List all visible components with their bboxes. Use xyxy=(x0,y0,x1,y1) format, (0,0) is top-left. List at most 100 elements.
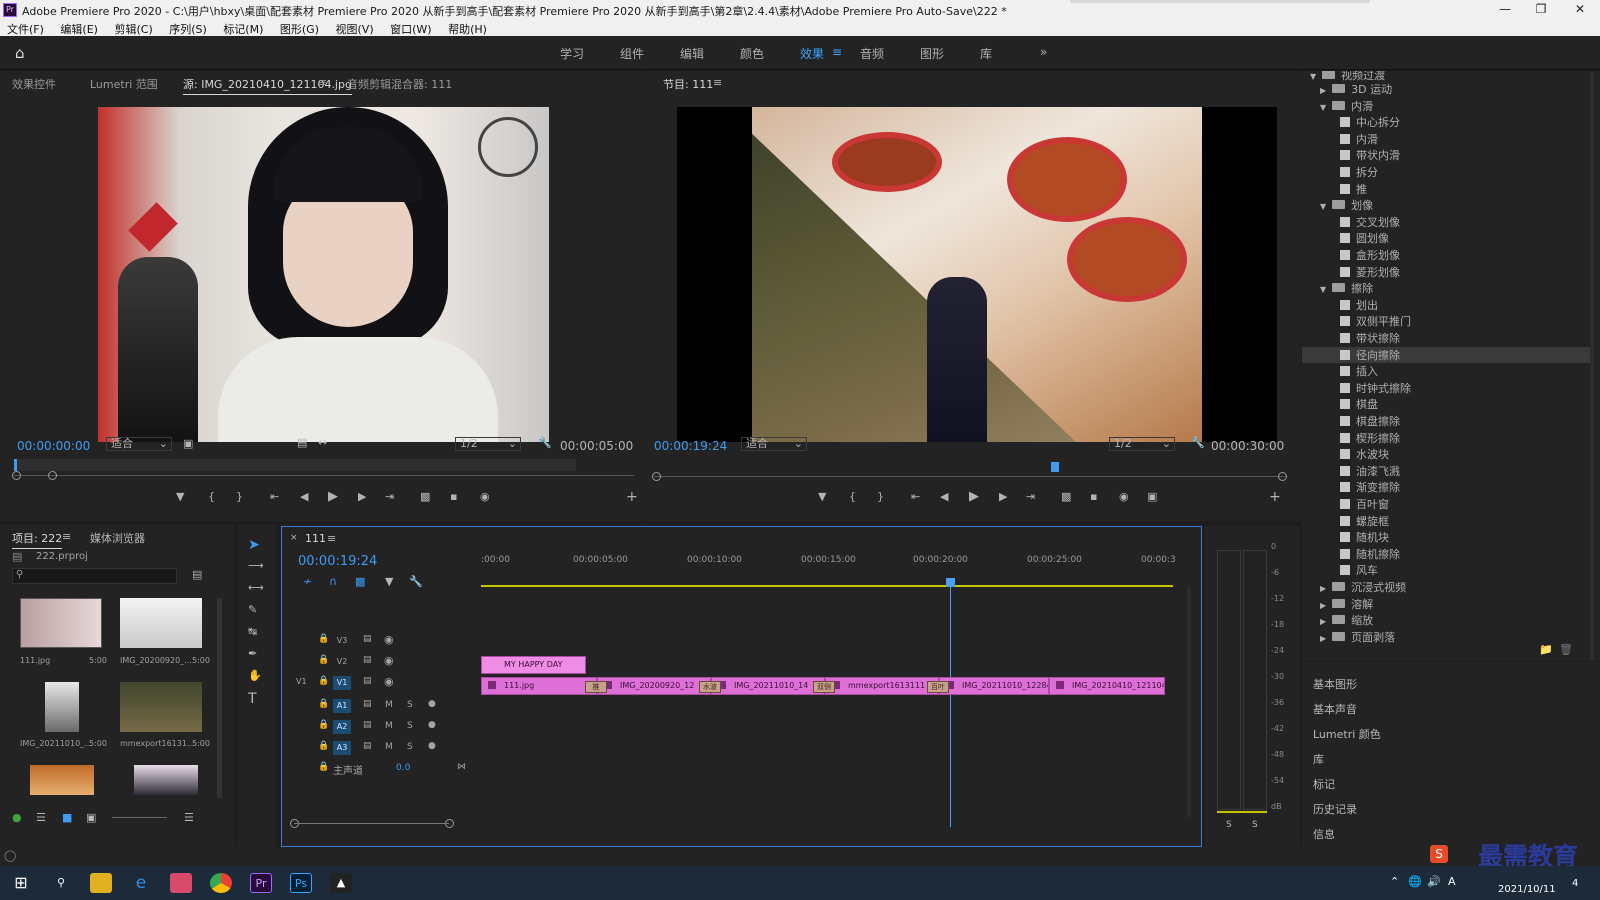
solo-button[interactable]: S xyxy=(407,742,413,752)
chevron-down-icon[interactable]: ▼ xyxy=(1320,285,1326,294)
timeline-marker-icon[interactable]: ▼ xyxy=(385,575,393,588)
effect-item[interactable]: 水波块 xyxy=(1340,446,1389,462)
effect-item[interactable]: 圆划像 xyxy=(1340,230,1389,246)
panel-lumetri-color[interactable]: Lumetri 颜色 xyxy=(1313,726,1381,742)
program-wrench-icon[interactable]: 🔧 xyxy=(1191,436,1205,449)
program-step-back-icon[interactable]: ◀ xyxy=(940,490,948,503)
menu-sequence[interactable]: 序列(S) xyxy=(169,21,207,37)
workspace-assembly[interactable]: 组件 xyxy=(620,45,644,62)
tab-effect-controls[interactable]: 效果控件 xyxy=(12,76,56,92)
razor-tool-icon[interactable]: ✎ xyxy=(248,603,257,616)
source-wrench-icon[interactable]: 🔧 xyxy=(538,436,552,449)
input-method-icon[interactable]: A xyxy=(1448,875,1456,888)
timeline-playhead-head[interactable] xyxy=(946,578,955,587)
menu-clip[interactable]: 剪辑(C) xyxy=(114,21,152,37)
maximize-button[interactable]: ❐ xyxy=(1526,2,1556,18)
program-title[interactable]: 节目: 111 xyxy=(663,76,713,92)
sync-lock-icon[interactable]: ▤ xyxy=(363,741,372,751)
program-playhead[interactable] xyxy=(1051,462,1059,472)
menu-markers[interactable]: 标记(M) xyxy=(223,21,263,37)
workspace-audio[interactable]: 音频 xyxy=(860,45,884,62)
nest-icon[interactable]: ≁ xyxy=(303,575,312,588)
source-add-button-icon[interactable]: + xyxy=(626,489,638,505)
overwrite-icon[interactable]: ▪ xyxy=(450,490,457,503)
program-add-marker-icon[interactable]: ▼ xyxy=(818,490,826,503)
effect-item[interactable]: 内滑 xyxy=(1340,131,1378,147)
effects-folder[interactable]: ▼ 划像 xyxy=(1320,197,1373,213)
effects-folder[interactable]: ▼ 内滑 xyxy=(1320,98,1373,114)
source-drag-video-icon[interactable]: ↔ xyxy=(318,436,327,449)
menu-graphics[interactable]: 图形(G) xyxy=(280,21,319,37)
effect-item[interactable]: 带状擦除 xyxy=(1340,330,1400,346)
chrome-icon[interactable] xyxy=(210,873,232,893)
panel-info[interactable]: 信息 xyxy=(1313,826,1335,842)
list-view-icon[interactable]: ☰ xyxy=(36,811,46,824)
effects-folder[interactable]: ▶ 缩放 xyxy=(1320,612,1373,628)
solo-button[interactable]: S xyxy=(407,700,413,710)
sync-lock-icon[interactable]: ▤ xyxy=(363,720,372,730)
project-thumb-2[interactable] xyxy=(120,598,202,648)
timeline-settings-icon[interactable]: 🔧 xyxy=(409,575,423,588)
timeline-timecode[interactable]: 00:00:19:24 xyxy=(298,554,377,569)
workspace-learn[interactable]: 学习 xyxy=(560,45,584,62)
lift-icon[interactable]: ▩ xyxy=(1061,490,1071,503)
tray-chevron-icon[interactable]: ⌃ xyxy=(1390,875,1399,888)
workspace-graphics[interactable]: 图形 xyxy=(920,45,944,62)
extract-icon[interactable]: ▪ xyxy=(1090,490,1097,503)
home-icon[interactable]: ⌂ xyxy=(15,44,33,62)
effect-item[interactable]: 径向擦除 xyxy=(1302,346,1590,363)
source-playhead[interactable] xyxy=(14,459,17,471)
timeline-menu-icon[interactable]: ≡ xyxy=(327,532,336,545)
program-mark-out-icon[interactable]: } xyxy=(877,490,884,503)
panel-essential-graphics[interactable]: 基本图形 xyxy=(1313,676,1357,692)
microphone-icon[interactable]: ● xyxy=(428,741,436,751)
program-zoom-handle-right[interactable] xyxy=(1278,472,1287,481)
effects-folder[interactable]: ▼ 擦除 xyxy=(1320,280,1373,296)
effect-item[interactable]: 盒形划像 xyxy=(1340,247,1400,263)
effect-item[interactable]: 百叶窗 xyxy=(1340,496,1389,512)
chevron-down-icon[interactable]: ▼ xyxy=(1310,72,1316,81)
track-lock-icon[interactable]: 🔒 xyxy=(318,676,329,686)
export-frame-icon[interactable]: ◉ xyxy=(480,490,490,503)
effect-item[interactable]: 油漆飞溅 xyxy=(1340,463,1400,479)
tab-audio-clip-mixer[interactable]: 音频剪辑混合器: 111 xyxy=(347,76,452,92)
effect-item[interactable]: 棋盘擦除 xyxy=(1340,413,1400,429)
v1-clip[interactable]: 111.jpg xyxy=(481,677,597,695)
go-to-out-icon[interactable]: ⇥ xyxy=(385,490,394,503)
track-lock-icon[interactable]: 🔒 xyxy=(318,699,329,709)
sync-lock-icon[interactable]: ▤ xyxy=(363,699,372,709)
microphone-icon[interactable]: ● xyxy=(428,699,436,709)
source-zoom-bar[interactable] xyxy=(14,475,634,476)
chevron-right-icon[interactable]: ▶ xyxy=(1320,584,1326,593)
type-tool-icon[interactable]: T xyxy=(248,691,257,707)
source-zoom-handle-right[interactable] xyxy=(48,471,57,480)
source-zoom-handle-left[interactable] xyxy=(12,471,21,480)
freeform-view-icon[interactable]: ▣ xyxy=(86,811,96,824)
menu-file[interactable]: 文件(F) xyxy=(7,21,44,37)
transition-marker[interactable]: 百叶 xyxy=(927,681,949,693)
effects-folder[interactable]: ▶ 页面剥落 xyxy=(1320,629,1395,645)
edge-browser-icon[interactable]: e xyxy=(130,873,152,893)
chevron-right-icon[interactable]: ▶ xyxy=(1320,634,1326,643)
mute-button[interactable]: M xyxy=(385,721,393,731)
workspace-libraries[interactable]: 库 xyxy=(980,45,992,62)
v1-clip[interactable]: mmexport1613111 xyxy=(825,677,939,695)
v1-clip[interactable]: IMG_20200920_12 xyxy=(597,677,711,695)
track-label[interactable]: V1 xyxy=(333,676,351,690)
effects-folder[interactable]: ▶ 溶解 xyxy=(1320,596,1373,612)
step-back-icon[interactable]: ◀ xyxy=(300,490,308,503)
search-icon[interactable]: ⚲ xyxy=(50,873,72,893)
mute-button[interactable]: M xyxy=(385,742,393,752)
project-scrollbar[interactable] xyxy=(217,598,222,798)
program-play-icon[interactable]: ▶ xyxy=(969,489,979,504)
eye-icon[interactable]: ◉ xyxy=(384,675,394,688)
workspace-effects[interactable]: 效果 xyxy=(800,45,824,62)
transition-marker[interactable]: 双侧 xyxy=(813,681,835,693)
track-label[interactable]: A2 xyxy=(333,720,351,734)
effect-item[interactable]: 棋盘 xyxy=(1340,396,1378,412)
new-bin-button-icon[interactable]: ▤ xyxy=(192,568,202,581)
eye-icon[interactable]: ◉ xyxy=(384,633,394,646)
close-button[interactable]: ✕ xyxy=(1565,2,1595,18)
effect-item[interactable]: 插入 xyxy=(1340,363,1378,379)
timeline-tab[interactable]: 111 xyxy=(305,532,326,545)
